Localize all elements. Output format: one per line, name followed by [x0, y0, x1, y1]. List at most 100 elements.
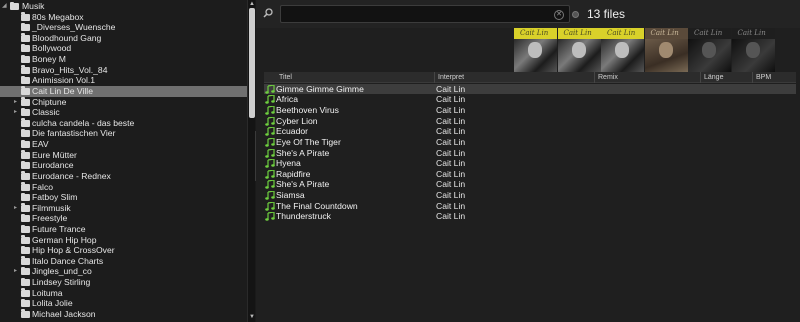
- album-cover[interactable]: Cait Lin: [601, 28, 644, 72]
- tree-item[interactable]: EAV: [0, 139, 247, 150]
- tree-item[interactable]: German Hip Hop: [0, 235, 247, 246]
- table-row[interactable]: Eye Of The Tiger Cait Lin: [264, 137, 796, 148]
- tree-item-label: Lindsey Stirling: [32, 277, 91, 288]
- table-row[interactable]: She's A Pirate Cait Lin: [264, 148, 796, 159]
- tree-item[interactable]: Bravo_Hits_Vol._84: [0, 65, 247, 76]
- track-artist: Cait Lin: [436, 83, 466, 94]
- collapse-arrow-icon[interactable]: ◢: [2, 1, 8, 12]
- folder-icon: [21, 33, 30, 42]
- scroll-up-icon[interactable]: ▲: [249, 1, 255, 7]
- table-row[interactable]: Rapidfire Cait Lin: [264, 169, 796, 180]
- tree-item[interactable]: Lolita Jolie: [0, 298, 247, 309]
- folder-icon: [21, 182, 30, 191]
- tree-item[interactable]: ▸ Chiptune: [0, 97, 247, 108]
- tree-item[interactable]: Michael Jackson: [0, 309, 247, 320]
- tree-item[interactable]: Eure Mütter: [0, 150, 247, 161]
- folder-icon: [21, 256, 30, 265]
- track-title: Africa: [276, 94, 298, 105]
- expand-arrow-icon[interactable]: ▸: [14, 107, 20, 118]
- table-row[interactable]: Siamsa Cait Lin: [264, 190, 796, 201]
- tree-item[interactable]: _Diverses_Wuensche: [0, 22, 247, 33]
- music-note-icon: [265, 180, 275, 190]
- expand-arrow-icon[interactable]: ▸: [14, 266, 20, 277]
- table-row[interactable]: Thunderstruck Cait Lin: [264, 211, 796, 222]
- tree-root[interactable]: ◢ Musik: [0, 1, 247, 12]
- tree-item[interactable]: Lindsey Stirling: [0, 277, 247, 288]
- tree-item[interactable]: Die fantastischen Vier: [0, 128, 247, 139]
- track-artist: Cait Lin: [436, 94, 466, 105]
- tree-item[interactable]: Eurodance: [0, 160, 247, 171]
- track-artist: Cait Lin: [436, 105, 466, 116]
- tree-item-label: Loituma: [32, 287, 63, 298]
- tree-item[interactable]: Eurodance - Rednex: [0, 171, 247, 182]
- cover-strip[interactable]: Cait Lin Cait Lin Cait Lin Cait Lin Cait Lin…: [514, 28, 776, 72]
- tree-item[interactable]: Bloodhound Gang: [0, 33, 247, 44]
- search-box[interactable]: ✕: [280, 5, 570, 23]
- table-row[interactable]: Cyber Lion Cait Lin: [264, 116, 796, 127]
- search-input[interactable]: [285, 7, 547, 21]
- table-row[interactable]: Beethoven Virus Cait Lin: [264, 105, 796, 116]
- tree-item-label: Eurodance: [32, 160, 74, 171]
- table-row[interactable]: She's A Pirate Cait Lin: [264, 179, 796, 190]
- music-note-icon: [265, 148, 275, 158]
- table-row[interactable]: Hyena Cait Lin: [264, 158, 796, 169]
- clear-search-icon[interactable]: ✕: [554, 9, 564, 20]
- tree-item[interactable]: 80s Megabox: [0, 12, 247, 23]
- tree-item[interactable]: Freestyle: [0, 213, 247, 224]
- album-cover[interactable]: Cait Lin: [644, 28, 688, 72]
- track-title: Thunderstruck: [276, 211, 331, 222]
- table-row[interactable]: Africa Cait Lin: [264, 94, 796, 105]
- column-header-bpm[interactable]: BPM: [752, 72, 796, 83]
- file-count: 13 files: [587, 7, 626, 21]
- album-cover[interactable]: Cait Lin: [557, 28, 601, 72]
- tree-item[interactable]: ▸ Filmmusik: [0, 203, 247, 214]
- folder-icon: [21, 245, 30, 255]
- music-note-icon: [265, 212, 275, 221]
- tree-item[interactable]: Loituma: [0, 288, 247, 299]
- music-note-icon: [265, 169, 275, 179]
- expand-arrow-icon[interactable]: ▸: [14, 97, 20, 108]
- column-header-remix[interactable]: Remix: [594, 72, 700, 83]
- tree-item[interactable]: ▸ Jingles_und_co: [0, 266, 247, 277]
- tree-item[interactable]: Cait Lin De Ville: [0, 85, 247, 97]
- column-header-interpret[interactable]: Interpret: [434, 72, 594, 83]
- table-row[interactable]: Ecuador Cait Lin: [264, 126, 796, 137]
- tree-item[interactable]: culcha candela - das beste: [0, 118, 247, 129]
- album-cover[interactable]: Cait Lin: [514, 28, 557, 72]
- tree-item[interactable]: Animission Vol.1: [0, 75, 247, 86]
- cover-figure: [658, 42, 673, 58]
- tree-item-label: Hip Hop & CrossOver: [32, 245, 115, 256]
- track-title: She's A Pirate: [276, 179, 330, 190]
- tree-item-label: Eurodance - Rednex: [32, 170, 111, 181]
- folder-icon: [21, 309, 30, 318]
- tree-item[interactable]: Bollywood: [0, 43, 247, 54]
- tree-item[interactable]: Boney M: [0, 54, 247, 65]
- browser-pane: ✕ 13 files Cait Lin Cait Lin Cait Lin Cait …: [256, 0, 800, 322]
- tree-item-label: Bloodhound Gang: [32, 32, 102, 43]
- album-cover[interactable]: Cait Lin: [731, 28, 775, 72]
- tree-item[interactable]: Hip Hop & CrossOver: [0, 245, 247, 256]
- tree-root-label: Musik: [22, 1, 45, 11]
- tree-item[interactable]: ▸ Classic: [0, 107, 247, 118]
- tree-item-label: Chiptune: [32, 96, 67, 107]
- tree-item[interactable]: Fatboy Slim: [0, 192, 247, 203]
- album-cover[interactable]: Cait Lin: [688, 28, 731, 72]
- tree-scrollbar[interactable]: ▲ ▼: [247, 0, 255, 322]
- scrollbar-thumb[interactable]: [249, 8, 255, 118]
- tree-item[interactable]: Future Trance: [0, 224, 247, 235]
- scroll-down-icon[interactable]: ▼: [249, 314, 255, 320]
- table-row[interactable]: Gimme Gimme Gimme Cait Lin: [264, 83, 796, 95]
- column-header-laenge[interactable]: Länge: [700, 72, 752, 83]
- music-note-icon: [265, 201, 275, 211]
- tree-item[interactable]: Falco: [0, 182, 247, 193]
- folder-tree[interactable]: ◢ Musik 80s Megabox _Diverses_Wuensche Blo…: [0, 0, 247, 322]
- column-header-titel[interactable]: Titel: [276, 72, 436, 83]
- expand-arrow-icon[interactable]: ▸: [14, 203, 20, 214]
- track-table[interactable]: Titel Interpret Remix Länge BPM Gimme Gi…: [264, 72, 796, 322]
- tree-item[interactable]: Italo Dance Charts: [0, 256, 247, 267]
- tree-item-label: Boney M: [32, 54, 66, 65]
- folder-icon: [21, 118, 30, 127]
- search-icon[interactable]: [263, 8, 273, 18]
- table-row[interactable]: The Final Countdown Cait Lin: [264, 201, 796, 212]
- folder-icon: [21, 107, 30, 117]
